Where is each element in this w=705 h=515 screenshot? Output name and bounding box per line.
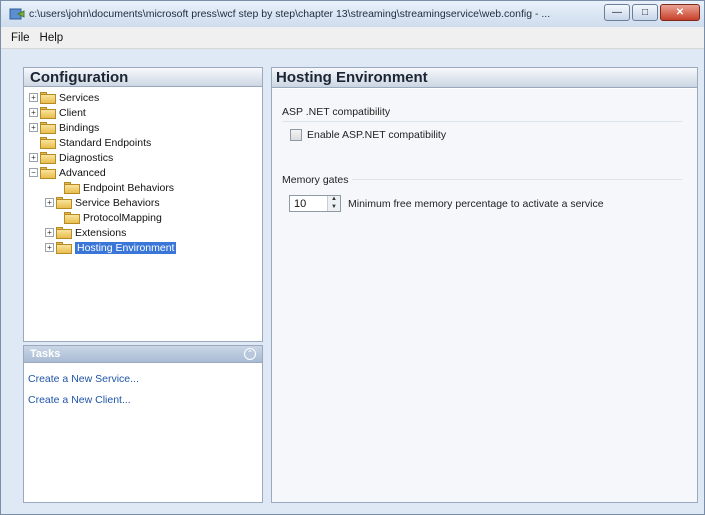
config-editor-icon [9,6,25,22]
expand-icon[interactable]: + [29,108,38,117]
tree-item-label: Standard Endpoints [59,136,152,149]
collapse-icon[interactable]: − [29,168,38,177]
folder-icon [40,106,56,119]
folder-icon [40,136,56,149]
hosting-environment-panel: Hosting Environment ASP .NET compatibili… [271,67,698,503]
expand-icon[interactable]: + [45,228,54,237]
tree-item-label: Endpoint Behaviors [83,181,175,194]
expand-icon[interactable]: + [29,93,38,102]
tree-item-extensions[interactable]: + Extensions [45,225,126,240]
tree-item-label: Bindings [59,121,100,134]
tree-item-diagnostics[interactable]: + Diagnostics [29,150,113,165]
expand-icon[interactable]: + [45,198,54,207]
hosting-environment-header: Hosting Environment [272,68,697,88]
folder-icon [64,211,80,224]
memory-percentage-stepper[interactable]: 10 ▲ ▼ [289,195,341,212]
expand-placeholder [29,138,38,147]
hosting-environment-content: ASP .NET compatibility Enable ASP.NET co… [272,89,697,502]
tasks-title: Tasks [30,348,61,360]
enable-asp-compat-label: Enable ASP.NET compatibility [307,129,447,141]
configuration-panel: Configuration + Services + Client + Bind… [23,67,263,503]
tree-item-label: ProtocolMapping [83,211,162,224]
expand-placeholder [53,183,62,192]
tasks-panel: Create a New Service... Create a New Cli… [23,363,263,503]
tree-item-standard-endpoints[interactable]: Standard Endpoints [29,135,151,150]
folder-icon [64,181,80,194]
stepper-down-icon[interactable]: ▼ [328,203,340,211]
expand-icon[interactable]: + [29,153,38,162]
expand-icon[interactable]: + [45,243,54,252]
tree-item-label: Client [59,106,86,119]
tree-item-service-behaviors[interactable]: + Service Behaviors [45,195,160,210]
folder-icon [40,91,56,104]
folder-icon [56,241,72,254]
collapse-chevron-icon[interactable]: ⌃ [244,348,256,360]
memory-percentage-label: Minimum free memory percentage to activa… [348,198,604,210]
tree-item-label: Diagnostics [59,151,114,164]
folder-icon [40,151,56,164]
section-divider [282,121,682,122]
minimize-button[interactable]: — [604,4,630,21]
tree-item-label-selected: Hosting Environment [75,241,177,254]
asp-compat-section-label: ASP .NET compatibility [282,106,391,118]
title-bar: c:\users\john\documents\microsoft press\… [1,1,704,27]
menu-bar: File Help [1,27,704,49]
tree-item-advanced[interactable]: − Advanced [29,165,106,180]
tree-item-services[interactable]: + Services [29,90,99,105]
app-window: c:\users\john\documents\microsoft press\… [0,0,705,515]
stepper-buttons: ▲ ▼ [327,196,340,211]
tree-item-protocol-mapping[interactable]: ProtocolMapping [53,210,162,225]
create-service-link[interactable]: Create a New Service... [28,373,258,385]
tree-item-bindings[interactable]: + Bindings [29,120,99,135]
menu-file[interactable]: File [6,30,35,46]
tasks-header[interactable]: Tasks ⌃ [23,345,263,363]
folder-icon [40,121,56,134]
create-client-link[interactable]: Create a New Client... [28,394,258,406]
section-divider [352,179,682,180]
memory-percentage-value[interactable]: 10 [290,198,327,210]
tree-item-endpoint-behaviors[interactable]: Endpoint Behaviors [53,180,174,195]
enable-asp-compat-checkbox[interactable] [290,129,302,141]
tree-item-label: Advanced [59,166,106,179]
folder-icon [56,196,72,209]
folder-icon [56,226,72,239]
memory-gates-section-label: Memory gates [282,174,349,186]
configuration-header: Configuration [23,67,263,87]
expand-icon[interactable]: + [29,123,38,132]
stepper-up-icon[interactable]: ▲ [328,196,340,204]
window-controls: — □ ✕ [604,4,700,21]
tree-item-label: Extensions [75,226,127,239]
folder-icon [40,166,56,179]
menu-help[interactable]: Help [35,30,69,46]
expand-placeholder [53,213,62,222]
configuration-tree[interactable]: + Services + Client + Bindings Standard … [23,86,263,342]
close-button[interactable]: ✕ [660,4,700,21]
tree-item-label: Service Behaviors [75,196,160,209]
window-title: c:\users\john\documents\microsoft press\… [29,8,551,20]
tree-item-label: Services [59,91,100,104]
maximize-button[interactable]: □ [632,4,658,21]
tree-item-client[interactable]: + Client [29,105,86,120]
tree-item-hosting-environment[interactable]: + Hosting Environment [45,240,177,255]
